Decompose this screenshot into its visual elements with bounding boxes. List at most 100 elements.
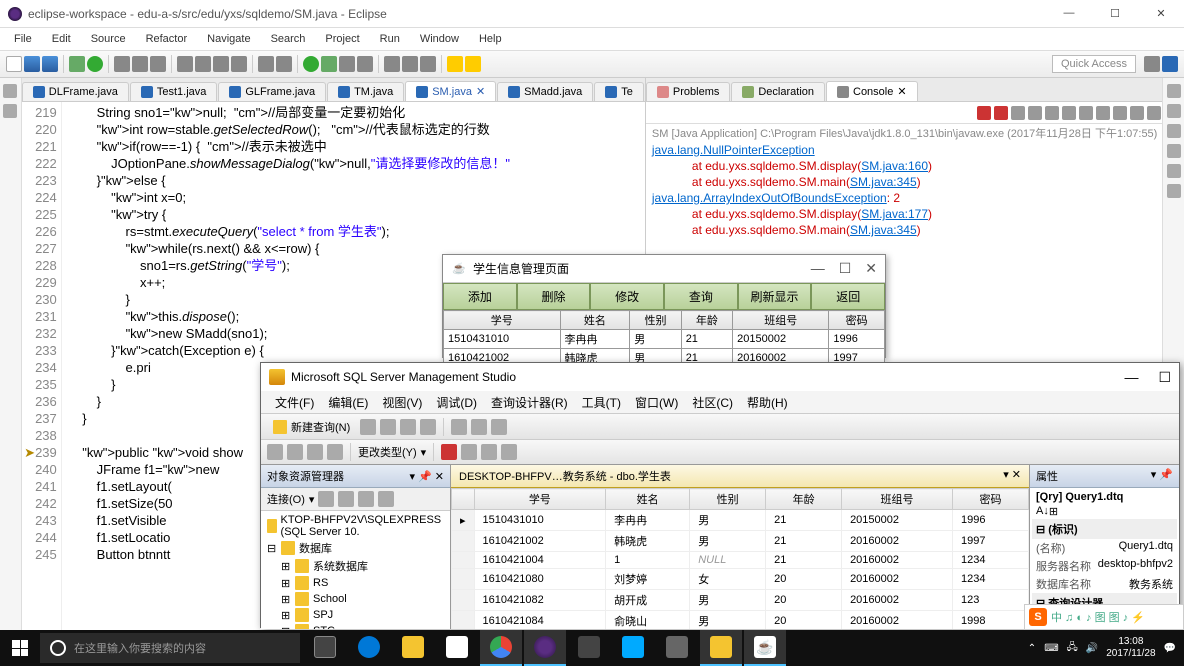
menu-search[interactable]: Search: [263, 31, 314, 47]
toolbar-icon[interactable]: [402, 56, 418, 72]
tab-dlframe[interactable]: DLFrame.java: [22, 82, 129, 101]
menu-community[interactable]: 社区(C): [686, 392, 739, 413]
ssms-app[interactable]: [700, 630, 742, 666]
toolbar-icon[interactable]: [384, 56, 400, 72]
tree-db-school[interactable]: ⊞School: [263, 591, 448, 607]
toolbar-icon[interactable]: [338, 491, 354, 507]
prop-row[interactable]: 服务器名称desktop-bhfpv2: [1032, 557, 1177, 575]
toolbar-icon[interactable]: [114, 56, 130, 72]
stack-link[interactable]: SM.java:160: [861, 159, 928, 173]
swing-title-bar[interactable]: 学生信息管理页面 — ☐ ✕: [443, 255, 885, 283]
run-icon[interactable]: [87, 56, 103, 72]
tab-declaration[interactable]: Declaration: [731, 82, 825, 101]
props-category[interactable]: ⊟ (标识): [1032, 519, 1177, 539]
toolbar-icon[interactable]: [307, 444, 323, 460]
filter-icon[interactable]: [358, 491, 374, 507]
toolbar-icon[interactable]: [195, 56, 211, 72]
toolbar-icon[interactable]: [213, 56, 229, 72]
sogou-ime-bar[interactable]: S 中 ♫ ◐ ♪ 图 图 ♪ ⚡: [1024, 604, 1184, 630]
toolbar-icon[interactable]: [276, 56, 292, 72]
data-grid[interactable]: 学号姓名性别年龄班组号密码 ▸1510431010李冉冉男21201500021…: [451, 488, 1029, 629]
console-toolbar-icon[interactable]: [1096, 106, 1110, 120]
gutter-icon[interactable]: [1167, 84, 1181, 98]
toolbar-icon[interactable]: [132, 56, 148, 72]
maximize-button[interactable]: ☐: [839, 260, 852, 277]
sort-az-icon[interactable]: A↓: [1036, 505, 1049, 518]
tray-up-icon[interactable]: ⌃: [1028, 643, 1036, 654]
toolbar-icon[interactable]: [420, 56, 436, 72]
toolbar-icon[interactable]: [380, 419, 396, 435]
debug-icon[interactable]: [69, 56, 85, 72]
menu-project[interactable]: Project: [317, 31, 367, 47]
ime-indicators[interactable]: 中 ♫ ◐ ♪ 图 图 ♪ ⚡: [1051, 609, 1145, 625]
explorer-app[interactable]: [392, 630, 434, 666]
console-output[interactable]: SM [Java Application] C:\Program Files\J…: [646, 124, 1184, 240]
tree-db-spj[interactable]: ⊞SPJ: [263, 607, 448, 623]
prop-row[interactable]: 数据库名称教务系统: [1032, 575, 1177, 593]
stack-link[interactable]: SM.java:345: [850, 175, 917, 189]
stack-link[interactable]: SM.java:177: [861, 207, 928, 221]
close-button[interactable]: ✕: [1146, 7, 1176, 20]
menu-window[interactable]: 窗口(W): [629, 392, 684, 413]
app-icon[interactable]: [568, 630, 610, 666]
new-icon[interactable]: [6, 56, 22, 72]
toolbar-icon[interactable]: [400, 419, 416, 435]
terminate-icon[interactable]: [977, 106, 991, 120]
gutter-icon[interactable]: [3, 84, 17, 98]
stack-link[interactable]: SM.java:345: [850, 223, 917, 237]
toolbar-icon[interactable]: [150, 56, 166, 72]
remove-all-icon[interactable]: [1011, 106, 1025, 120]
ime-icon[interactable]: ⌨: [1044, 643, 1058, 654]
close-tab-icon[interactable]: ✕: [476, 85, 485, 98]
menu-window[interactable]: Window: [412, 31, 467, 47]
menu-view[interactable]: 视图(V): [376, 392, 428, 413]
close-button[interactable]: ✕: [865, 260, 877, 277]
tab-tm[interactable]: TM.java: [327, 82, 404, 101]
exception-link[interactable]: java.lang.ArrayIndexOutOfBoundsException: [652, 191, 887, 205]
task-list-icon[interactable]: [1167, 124, 1181, 138]
toolbar-icon[interactable]: [360, 419, 376, 435]
start-button[interactable]: [0, 630, 40, 666]
tree-db-rs[interactable]: ⊞RS: [263, 575, 448, 591]
minimize-button[interactable]: —: [1124, 369, 1138, 386]
toolbar-icon[interactable]: [461, 444, 477, 460]
menu-debug[interactable]: 调试(D): [430, 392, 483, 413]
change-type-dropdown[interactable]: 更改类型(Y): [358, 444, 417, 460]
new-query-button[interactable]: 新建查询(N): [267, 417, 356, 437]
connect-dropdown[interactable]: 连接(O): [267, 491, 305, 507]
store-app[interactable]: [436, 630, 478, 666]
add-button[interactable]: 添加: [443, 283, 517, 310]
pin-icon[interactable]: ▾ 📌 ✕: [409, 470, 444, 483]
toolbar-icon[interactable]: [501, 444, 517, 460]
save-all-icon[interactable]: [42, 56, 58, 72]
gutter-icon[interactable]: [1167, 184, 1181, 198]
minimize-button[interactable]: —: [811, 260, 825, 277]
tab-test1[interactable]: Test1.java: [130, 82, 218, 101]
back-icon[interactable]: [447, 56, 463, 72]
tree-databases[interactable]: ⊟数据库: [263, 539, 448, 557]
menu-run[interactable]: Run: [372, 31, 408, 47]
forward-icon[interactable]: [465, 56, 481, 72]
menu-help[interactable]: Help: [471, 31, 510, 47]
save-icon[interactable]: [471, 419, 487, 435]
tab-sm[interactable]: SM.java✕: [405, 81, 496, 101]
java-perspective-icon[interactable]: [1162, 56, 1178, 72]
tab-smadd[interactable]: SMadd.java: [497, 82, 593, 101]
tree-db-stc[interactable]: ⊞STC: [263, 623, 448, 629]
menu-edit[interactable]: Edit: [44, 31, 79, 47]
tree-server[interactable]: KTOP-BHFPV2V\SQLEXPRESS (SQL Server 10.: [263, 513, 448, 539]
menu-designer[interactable]: 查询设计器(R): [485, 392, 574, 413]
toolbar-icon[interactable]: [327, 444, 343, 460]
gutter-icon[interactable]: [3, 104, 17, 118]
menu-file[interactable]: File: [6, 31, 40, 47]
quick-access-input[interactable]: Quick Access: [1052, 55, 1136, 73]
menu-tools[interactable]: 工具(T): [576, 392, 627, 413]
java-app[interactable]: ☕: [744, 630, 786, 666]
tree-sysdb[interactable]: ⊞系统数据库: [263, 557, 448, 575]
chrome-app[interactable]: [480, 630, 522, 666]
tab-console[interactable]: Console ✕: [826, 81, 918, 101]
swing-table[interactable]: 学号姓名性别年龄班组号密码 1510431010李冉冉男212015000219…: [443, 310, 885, 368]
run-button-icon[interactable]: [303, 56, 319, 72]
toolbar-icon[interactable]: [357, 56, 373, 72]
remove-icon[interactable]: [994, 106, 1008, 120]
